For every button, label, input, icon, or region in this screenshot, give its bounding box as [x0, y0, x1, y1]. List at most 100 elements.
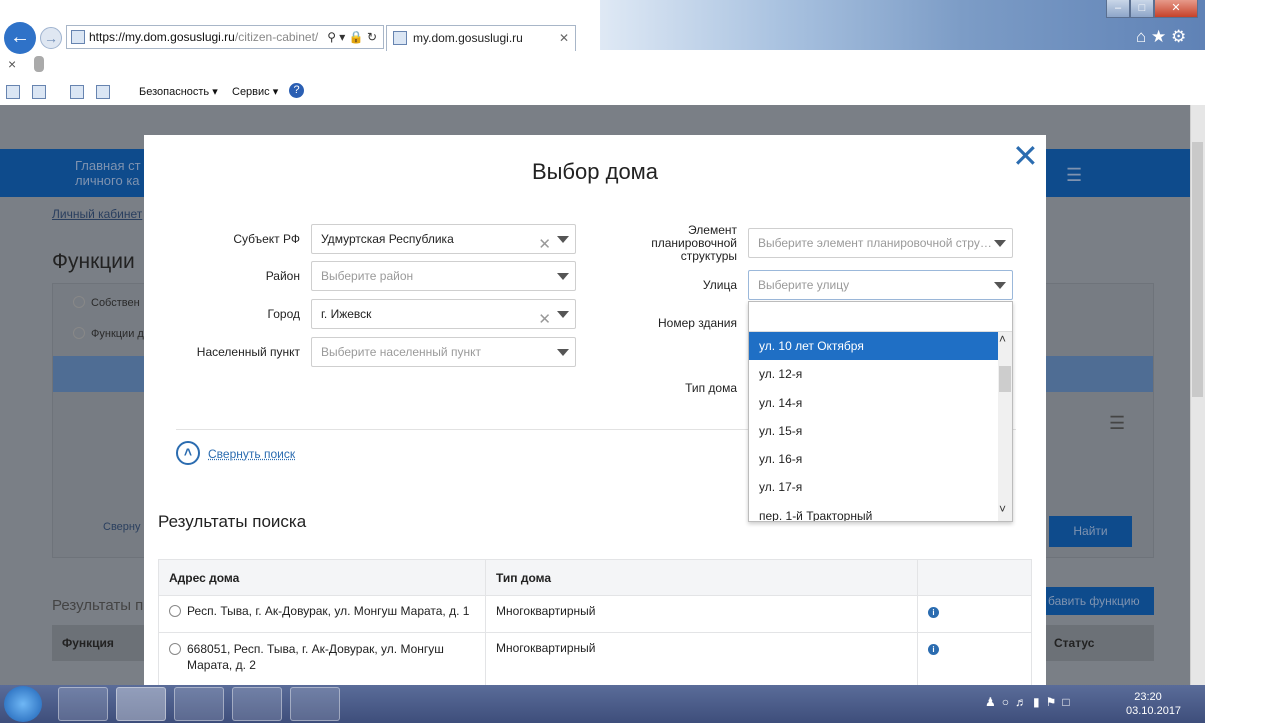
- collapse-search-link[interactable]: Свернуть поиск: [208, 447, 295, 461]
- col-type: Тип дома: [485, 559, 918, 596]
- building-number-label: Номер здания: [657, 316, 737, 330]
- street-dropdown-search[interactable]: [749, 302, 1012, 332]
- street-option[interactable]: ул. 16-я: [749, 445, 998, 473]
- help-icon[interactable]: ?: [289, 83, 304, 98]
- mail-icon[interactable]: [70, 85, 84, 99]
- street-option[interactable]: пер. 1-й Тракторный: [749, 502, 998, 521]
- back-arrow-icon[interactable]: ←: [4, 22, 36, 54]
- radio-owner-label: Собствен: [91, 297, 140, 309]
- window-close-button[interactable]: ✕: [1154, 0, 1198, 18]
- feeds-icon[interactable]: [32, 85, 46, 99]
- clear-icon[interactable]: ✕: [538, 306, 551, 334]
- favorites-icon[interactable]: [6, 85, 20, 99]
- row-address-cell[interactable]: Респ. Тыва, г. Ак-Довурак, ул. Монгуш Ма…: [158, 595, 486, 633]
- tab-mydom[interactable]: my.dom.gosuslugi.ru ✕: [386, 25, 576, 51]
- minimize-button[interactable]: –: [1106, 0, 1130, 18]
- clear-icon[interactable]: ✕: [538, 231, 551, 259]
- info-icon[interactable]: i: [928, 607, 939, 618]
- addon-icon[interactable]: [34, 56, 44, 72]
- district-select[interactable]: Выберите район: [311, 261, 576, 291]
- chevron-down-icon: [994, 240, 1006, 247]
- forward-arrow-icon[interactable]: →: [40, 27, 62, 49]
- security-menu[interactable]: Безопасность ▾: [139, 85, 218, 98]
- ie-taskbar-icon[interactable]: [116, 687, 166, 721]
- city-select[interactable]: г. Ижевск ✕: [311, 299, 576, 329]
- breadcrumb[interactable]: Личный кабинет: [52, 207, 142, 221]
- radio-owner[interactable]: Собствен: [73, 296, 140, 309]
- explorer-taskbar-icon[interactable]: [58, 687, 108, 721]
- street-dropdown: ул. 10 лет Октября ул. 12-я ул. 14-я ул.…: [748, 301, 1013, 522]
- address-bar[interactable]: https://my.dom.gosuslugi.ru/citizen-cabi…: [66, 25, 384, 49]
- page-heading: Функции: [52, 250, 135, 273]
- street-option[interactable]: ул. 12-я: [749, 360, 998, 388]
- clock[interactable]: 23:20 03.10.2017: [1126, 690, 1181, 718]
- dropdown-scrollbar-thumb[interactable]: [999, 366, 1011, 392]
- district-label: Район: [265, 269, 300, 283]
- bg-results-label: Результаты п: [52, 597, 144, 614]
- settlement-label: Населенный пункт: [196, 345, 300, 359]
- radio-functions[interactable]: Функции д: [73, 327, 144, 340]
- street-option[interactable]: ул. 17-я: [749, 473, 998, 501]
- find-button[interactable]: Найти: [1049, 516, 1132, 547]
- results-title: Результаты поиска: [158, 512, 307, 531]
- subject-label: Субъект РФ: [233, 232, 300, 246]
- chevron-up-icon[interactable]: ˄: [176, 441, 200, 465]
- table-row[interactable]: 668051, Респ. Тыва, г. Ак-Довурак, ул. М…: [158, 632, 1032, 687]
- info-icon[interactable]: i: [928, 644, 939, 655]
- add-function-button[interactable]: бавить функцию: [1046, 587, 1154, 615]
- right-margin: [1205, 0, 1280, 723]
- results-header-row: Адрес дома Тип дома: [158, 559, 1032, 596]
- street-options-list: ул. 10 лет Октября ул. 12-я ул. 14-я ул.…: [749, 332, 998, 521]
- row-address: Респ. Тыва, г. Ак-Довурак, ул. Монгуш Ма…: [187, 604, 470, 618]
- street-select[interactable]: Выберите улицу: [748, 270, 1013, 300]
- page-scrollbar-thumb[interactable]: [1192, 142, 1203, 397]
- tab-close-icon[interactable]: ✕: [559, 26, 569, 50]
- clock-time: 23:20: [1134, 691, 1162, 703]
- row-address: 668051, Респ. Тыва, г. Ак-Довурак, ул. М…: [187, 642, 444, 672]
- results-table: Адрес дома Тип дома Респ. Тыва, г. Ак-До…: [158, 559, 1032, 687]
- scroll-down-icon[interactable]: ˅: [999, 502, 1006, 516]
- paint-taskbar-icon[interactable]: [290, 687, 340, 721]
- modal-close-icon[interactable]: ✕: [1012, 140, 1046, 172]
- url-prefix: https://my.dom.: [89, 30, 171, 44]
- service-menu[interactable]: Сервис ▾: [232, 85, 278, 98]
- settlement-select[interactable]: Выберите населенный пункт: [311, 337, 576, 367]
- row-address-cell[interactable]: 668051, Респ. Тыва, г. Ак-Довурак, ул. М…: [158, 632, 486, 687]
- start-button[interactable]: [4, 686, 42, 722]
- print-icon[interactable]: [96, 85, 110, 99]
- bg-collapse-link[interactable]: Сверну: [73, 521, 140, 533]
- scroll-up-icon[interactable]: ˄: [999, 332, 1006, 346]
- search-refresh-icons[interactable]: ⚲ ▾ 🔒 ↻: [327, 26, 377, 48]
- word-taskbar-icon[interactable]: [232, 687, 282, 721]
- close-x-icon[interactable]: ×: [8, 56, 16, 72]
- nav-main-text: Главная ст: [75, 158, 141, 173]
- url-domain: gosuslugi.ru: [170, 30, 235, 44]
- bg-col-status: Статус: [1054, 636, 1095, 650]
- street-label: Улица: [702, 278, 737, 292]
- street-option[interactable]: ул. 14-я: [749, 389, 998, 417]
- row-radio[interactable]: [169, 643, 181, 655]
- street-option[interactable]: ул. 10 лет Октября: [749, 332, 998, 361]
- planning-element-select[interactable]: Выберите элемент планировочной стру…: [748, 228, 1013, 258]
- firefox-taskbar-icon[interactable]: [174, 687, 224, 721]
- table-row[interactable]: Респ. Тыва, г. Ак-Довурак, ул. Монгуш Ма…: [158, 595, 1032, 633]
- list-icon[interactable]: ☰: [1109, 413, 1125, 434]
- row-radio[interactable]: [169, 605, 181, 617]
- tab-title: my.dom.gosuslugi.ru: [413, 31, 523, 45]
- street-option[interactable]: ул. 15-я: [749, 417, 998, 445]
- menu-icon[interactable]: ☰: [1066, 165, 1082, 186]
- system-tray-icons[interactable]: ♟○♬▮⚑□: [985, 695, 1076, 709]
- chevron-down-icon: [557, 236, 569, 243]
- house-type-label: Тип дома: [685, 381, 737, 395]
- tab-page-icon: [393, 31, 407, 45]
- dropdown-scrollbar[interactable]: ˄ ˅: [998, 332, 1012, 521]
- home-star-gear-icons[interactable]: ⌂ ★ ⚙: [1136, 27, 1186, 47]
- nav-home-link[interactable]: Главная ст личного ка: [75, 158, 141, 188]
- bg-col-function: Функция: [62, 636, 114, 650]
- command-bar: Безопасность ▾ Сервис ▾ ?: [0, 80, 1205, 104]
- chevron-down-icon: [557, 349, 569, 356]
- settlement-placeholder: Выберите населенный пункт: [321, 345, 481, 359]
- chevron-down-icon: [557, 273, 569, 280]
- subject-select[interactable]: Удмуртская Республика ✕: [311, 224, 576, 254]
- maximize-button[interactable]: □: [1130, 0, 1154, 18]
